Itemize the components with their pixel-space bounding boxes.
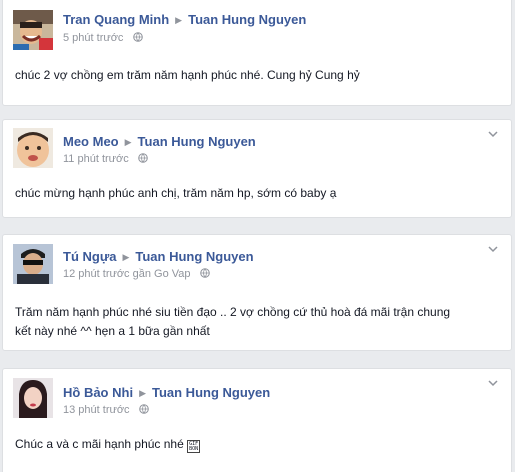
avatar[interactable] — [13, 378, 53, 418]
emoticon-icon: GIF BON — [187, 440, 201, 453]
timestamp-link[interactable]: 13 phút trước — [63, 404, 130, 416]
globe-icon[interactable] — [138, 153, 148, 163]
post-header-names: Hồ Bảo Nhi ▶ Tuan Hung Nguyen — [63, 385, 270, 400]
post-header-names: Meo Meo ▶ Tuan Hung Nguyen — [63, 134, 256, 149]
post-text-line-1: Trăm năm hạnh phúc nhé siu tiền đạo .. 2… — [15, 305, 451, 319]
post-text-line-2: kết này nhé ^^ hẹn a 1 bữa gần nhất — [15, 324, 210, 338]
feed-post-2: Meo Meo ▶ Tuan Hung Nguyen 11 phút trước c… — [2, 119, 512, 218]
post-meta: 12 phút trước gần Go Vap — [63, 268, 210, 280]
target-link[interactable]: Tuan Hung Nguyen — [188, 12, 306, 27]
timestamp-link[interactable]: 11 phút trước — [63, 153, 129, 165]
globe-icon[interactable] — [138, 404, 149, 414]
post-text: chúc 2 vợ chồng em trăm năm hạnh phúc nh… — [15, 68, 360, 82]
feed-post-4: Hồ Bảo Nhi ▶ Tuan Hung Nguyen 13 phút trướ… — [2, 368, 512, 472]
avatar[interactable] — [13, 244, 53, 284]
author-link[interactable]: Tú Ngựa — [63, 249, 116, 264]
author-link[interactable]: Tran Quang Minh — [63, 12, 169, 27]
author-link[interactable]: Hồ Bảo Nhi — [63, 385, 133, 400]
arrow-right-icon: ▶ — [124, 137, 132, 147]
location-link[interactable]: gần Go Vap — [133, 268, 191, 280]
post-text: chúc mừng hạnh phúc anh chị, trăm năm hp… — [15, 186, 337, 200]
post-header-names: Tran Quang Minh ▶ Tuan Hung Nguyen — [63, 12, 306, 27]
author-link[interactable]: Meo Meo — [63, 134, 119, 149]
target-link[interactable]: Tuan Hung Nguyen — [152, 385, 270, 400]
chevron-down-icon[interactable] — [487, 128, 499, 140]
arrow-right-icon: ▶ — [122, 252, 130, 262]
globe-icon[interactable] — [132, 32, 143, 42]
target-link[interactable]: Tuan Hung Nguyen — [138, 134, 256, 149]
post-meta: 5 phút trước — [63, 32, 143, 44]
post-header-names: Tú Ngựa ▶ Tuan Hung Nguyen — [63, 249, 254, 264]
post-text: Chúc a và c mãi hạnh phúc nhé GIF BON — [15, 435, 499, 454]
chevron-down-icon[interactable] — [487, 377, 499, 389]
arrow-right-icon: ▶ — [139, 388, 146, 398]
feed-post-3: Tú Ngựa ▶ Tuan Hung Nguyen 12 phút trước g… — [2, 234, 512, 351]
post-meta: 13 phút trước — [63, 404, 149, 416]
timestamp-link[interactable]: 12 phút trước — [63, 268, 130, 280]
post-text-content: Chúc a và c mãi hạnh phúc nhé — [15, 437, 184, 451]
post-meta: 11 phút trước — [63, 153, 148, 165]
chevron-down-icon[interactable] — [487, 243, 499, 255]
target-link[interactable]: Tuan Hung Nguyen — [135, 249, 253, 264]
avatar[interactable] — [13, 128, 53, 168]
globe-icon[interactable] — [199, 268, 210, 278]
avatar[interactable] — [13, 10, 53, 50]
feed-post-1: Tran Quang Minh ▶ Tuan Hung Nguyen 5 phút … — [2, 0, 512, 106]
arrow-right-icon: ▶ — [175, 15, 183, 25]
timestamp-link[interactable]: 5 phút trước — [63, 32, 123, 44]
